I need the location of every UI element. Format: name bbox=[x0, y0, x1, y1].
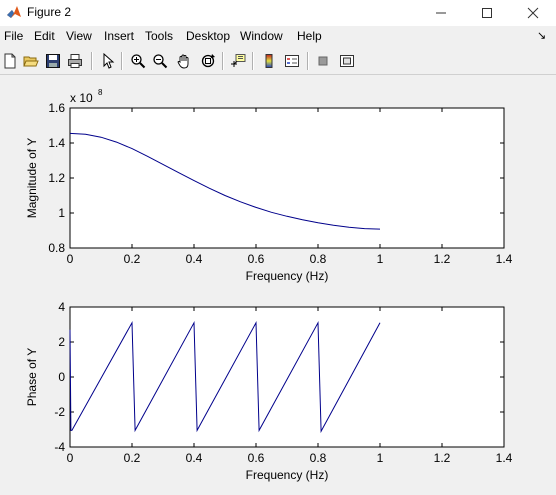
x-tick-label: 0.4 bbox=[186, 252, 203, 266]
new-figure-button[interactable] bbox=[0, 51, 20, 71]
x-tick-label: 1 bbox=[377, 252, 384, 266]
x-tick-label: 0.6 bbox=[248, 252, 265, 266]
figure-canvas[interactable]: 0 0.2 0.4 0.6 0.8 1 1.2 1.4 0.8 1 1.2 1.4 1.6 Frequen… bbox=[0, 75, 556, 495]
toolbar-separator bbox=[91, 52, 93, 70]
toolbar-separator bbox=[222, 52, 224, 70]
y-tick-label: 1.6 bbox=[48, 101, 65, 115]
print-button[interactable] bbox=[65, 51, 85, 71]
toolbar-separator bbox=[121, 52, 123, 70]
x-axis-label: Frequency (Hz) bbox=[246, 468, 329, 482]
pan-button[interactable] bbox=[174, 51, 194, 71]
insert-legend-button[interactable] bbox=[282, 51, 302, 71]
menu-desktop[interactable]: Desktop bbox=[186, 29, 230, 43]
insert-colorbar-icon bbox=[265, 54, 273, 68]
y-tick-label: -4 bbox=[54, 440, 65, 454]
menu-file[interactable]: File bbox=[4, 29, 23, 43]
x-tick-label: 0 bbox=[67, 451, 74, 465]
x-tick-label: 1.2 bbox=[434, 451, 451, 465]
menu-help[interactable]: Help bbox=[297, 29, 322, 43]
rotate-3d-icon bbox=[201, 54, 215, 68]
menu-window[interactable]: Window bbox=[240, 29, 283, 43]
x-tick-label: 1.4 bbox=[496, 252, 513, 266]
toolbar-separator bbox=[307, 52, 309, 70]
y-tick-label: 1.4 bbox=[48, 136, 65, 150]
axis-exponent-power: 8 bbox=[98, 88, 103, 97]
y-tick-label: -2 bbox=[54, 405, 65, 419]
hide-plot-tools-button[interactable] bbox=[313, 51, 333, 71]
show-plot-tools-icon bbox=[340, 55, 354, 67]
phase-axes: 0 0.2 0.4 0.6 0.8 1 1.2 1.4 -4 -2 0 2 4 Frequency (Hz… bbox=[25, 300, 513, 482]
figure-window: Figure 2 File Edit View Insert Tools Des… bbox=[0, 0, 556, 495]
pan-hand-icon bbox=[177, 54, 189, 69]
data-cursor-icon bbox=[231, 54, 246, 67]
new-figure-icon bbox=[4, 53, 16, 69]
toolbar-separator bbox=[252, 52, 254, 70]
menu-view[interactable]: View bbox=[66, 29, 92, 43]
menu-overflow-arrow-icon[interactable]: ↘ bbox=[537, 29, 546, 42]
x-tick-label: 1.2 bbox=[434, 252, 451, 266]
hide-plot-tools-icon bbox=[318, 56, 328, 66]
menu-insert[interactable]: Insert bbox=[104, 29, 134, 43]
title-bar: Figure 2 bbox=[0, 0, 556, 26]
x-tick-label: 0.6 bbox=[248, 451, 265, 465]
x-axis-label: Frequency (Hz) bbox=[246, 269, 329, 283]
edit-plot-icon bbox=[103, 53, 115, 69]
y-tick-label: 4 bbox=[58, 300, 65, 314]
y-axis-label: Phase of Y bbox=[25, 348, 39, 407]
zoom-in-button[interactable] bbox=[128, 51, 148, 71]
menu-bar: File Edit View Insert Tools Desktop Wind… bbox=[0, 26, 556, 47]
x-tick-label: 0.4 bbox=[186, 451, 203, 465]
y-tick-label: 0.8 bbox=[48, 241, 65, 255]
y-tick-label: 2 bbox=[58, 335, 65, 349]
data-cursor-button[interactable] bbox=[228, 51, 248, 71]
x-tick-label: 1 bbox=[377, 451, 384, 465]
close-icon bbox=[527, 7, 539, 19]
window-title: Figure 2 bbox=[27, 5, 72, 19]
y-tick-label: 1.2 bbox=[48, 171, 65, 185]
minimize-icon bbox=[436, 12, 446, 14]
x-tick-label: 0.2 bbox=[124, 451, 141, 465]
menu-tools[interactable]: Tools bbox=[145, 29, 173, 43]
minimize-button[interactable] bbox=[418, 0, 464, 26]
axes-box bbox=[69, 107, 505, 249]
x-tick-label: 0.2 bbox=[124, 252, 141, 266]
toolbar bbox=[0, 48, 556, 75]
save-icon bbox=[46, 54, 60, 68]
print-icon bbox=[68, 54, 82, 68]
x-tick-label: 0.8 bbox=[310, 451, 327, 465]
save-button[interactable] bbox=[43, 51, 63, 71]
maximize-button[interactable] bbox=[464, 0, 510, 26]
zoom-out-icon bbox=[153, 54, 168, 69]
zoom-out-button[interactable] bbox=[150, 51, 170, 71]
close-button[interactable] bbox=[510, 0, 556, 26]
insert-colorbar-button[interactable] bbox=[259, 51, 279, 71]
x-tick-label: 0.8 bbox=[310, 252, 327, 266]
x-tick-label: 0 bbox=[67, 252, 74, 266]
maximize-icon bbox=[482, 8, 492, 18]
open-file-button[interactable] bbox=[21, 51, 41, 71]
show-plot-tools-button[interactable] bbox=[337, 51, 357, 71]
axis-exponent-label: x 10 bbox=[70, 91, 93, 105]
zoom-in-icon bbox=[131, 54, 146, 69]
x-tick-label: 1.4 bbox=[496, 451, 513, 465]
plots-svg: 0 0.2 0.4 0.6 0.8 1 1.2 1.4 0.8 1 1.2 1.4 1.6 Frequen… bbox=[25, 88, 513, 482]
magnitude-axes: 0 0.2 0.4 0.6 0.8 1 1.2 1.4 0.8 1 1.2 1.4 1.6 Frequen… bbox=[25, 88, 513, 283]
y-tick-label: 0 bbox=[58, 370, 65, 384]
rotate-3d-button[interactable] bbox=[198, 51, 218, 71]
y-axis-label: Magnitude of Y bbox=[25, 138, 39, 219]
edit-plot-button[interactable] bbox=[98, 51, 118, 71]
insert-legend-icon bbox=[285, 55, 299, 67]
matlab-logo-icon bbox=[7, 6, 21, 18]
open-file-icon bbox=[23, 56, 39, 67]
menu-edit[interactable]: Edit bbox=[34, 29, 55, 43]
y-tick-label: 1 bbox=[58, 206, 65, 220]
